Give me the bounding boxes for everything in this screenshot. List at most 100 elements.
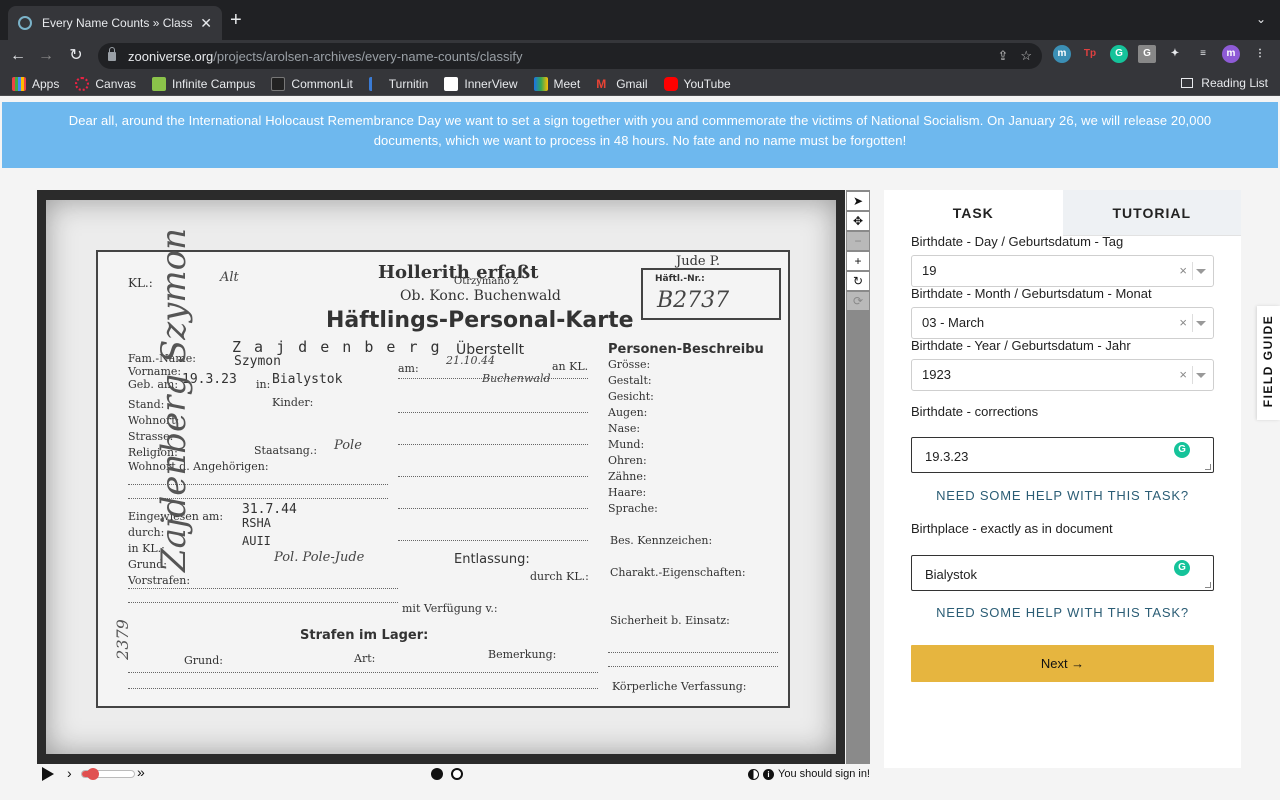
bookmark-turnitin[interactable]: Turnitin: [368, 76, 429, 91]
clear-icon[interactable]: ×: [1179, 256, 1187, 286]
bookmark-innerview[interactable]: InnerView: [444, 76, 518, 91]
birthdate-month-label: Birthdate - Month / Geburtsdatum - Monat: [911, 286, 1152, 301]
doc-bemerkung: Bemerkung:: [488, 648, 557, 661]
reset-icon[interactable]: ⟳: [847, 292, 869, 310]
apps-grid-icon: [12, 76, 26, 91]
extensions-puzzle-icon[interactable]: ✦: [1166, 45, 1184, 63]
viewer-toolbar: ➤ ✥ − + ↻ ⟳: [846, 190, 870, 764]
birthdate-day-label: Birthdate - Day / Geburtsdatum - Tag: [911, 234, 1124, 249]
speed-slider[interactable]: [81, 768, 135, 780]
birthdate-day-select[interactable]: 19 ×: [911, 255, 1214, 287]
doc-number-stamp: Häftl.-Nr.: B2737: [641, 268, 781, 320]
bookmark-youtube[interactable]: YouTube: [663, 76, 731, 91]
pointer-icon[interactable]: ➤: [847, 192, 869, 210]
grammarly-extension-icon[interactable]: G: [1110, 45, 1128, 63]
select-separator: [1192, 314, 1193, 332]
bookmark-meet[interactable]: Meet: [533, 76, 580, 91]
resize-handle-icon[interactable]: [1205, 464, 1211, 470]
rotate-icon[interactable]: ↻: [847, 272, 869, 290]
doc-line: [398, 412, 588, 413]
doc-vorstrafen: Vorstrafen:: [128, 574, 191, 587]
bookmark-commonlit[interactable]: CommonLit: [271, 76, 353, 91]
doc-line: [608, 652, 778, 653]
extension-g-box-icon[interactable]: G: [1138, 45, 1156, 63]
tab-title: Every Name Counts » Classify: [42, 16, 193, 30]
contrast-icon[interactable]: [748, 768, 760, 780]
help-link[interactable]: NEED SOME HELP WITH THIS TASK?: [911, 605, 1214, 620]
bookmark-label: CommonLit: [291, 76, 353, 91]
chevron-down-icon[interactable]: [1196, 373, 1206, 378]
slider-knob[interactable]: [87, 768, 100, 780]
bookmark-apps[interactable]: Apps: [12, 76, 59, 91]
chrome-menu-icon[interactable]: ⋮: [1251, 45, 1269, 63]
extension-tp-icon[interactable]: Tp: [1081, 45, 1099, 63]
birthdate-corrections-field[interactable]: 19.3.23 G: [911, 437, 1214, 473]
play-icon[interactable]: [42, 767, 54, 781]
birthdate-year-select[interactable]: 1923 ×: [911, 359, 1214, 391]
commonlit-book-icon: [271, 76, 286, 91]
doc-grund2: Grund:: [184, 654, 223, 667]
tab-task[interactable]: TASK: [884, 190, 1063, 236]
bookmark-gmail[interactable]: M Gmail: [596, 77, 647, 91]
bookmark-star-icon[interactable]: ☆: [1020, 48, 1032, 64]
bookmark-canvas[interactable]: Canvas: [75, 76, 136, 91]
subject-viewer[interactable]: KL.: Alt Hollerith erfaßt Otrzymano z Ob…: [37, 190, 845, 764]
profile-avatar[interactable]: m: [1222, 45, 1240, 63]
back-icon[interactable]: ←: [6, 44, 30, 68]
doc-line: [128, 602, 398, 603]
reading-list[interactable]: Reading List: [1181, 76, 1268, 90]
chevron-down-icon[interactable]: [1196, 269, 1206, 274]
zooniverse-favicon-icon: [18, 16, 32, 30]
frame-dot-active[interactable]: [431, 768, 443, 780]
clear-icon[interactable]: ×: [1179, 308, 1187, 338]
info-icon[interactable]: i: [763, 768, 775, 780]
media-control-icon[interactable]: ≡: [1194, 45, 1212, 63]
next-button[interactable]: Next →: [911, 645, 1214, 682]
frame-dot[interactable]: [451, 768, 463, 780]
bookmark-infinite-campus[interactable]: Infinite Campus: [152, 76, 255, 91]
prisoner-card: KL.: Alt Hollerith erfaßt Otrzymano z Ob…: [96, 250, 790, 708]
doc-groesse: Grösse:: [608, 358, 651, 371]
innerview-icon: [444, 76, 459, 91]
doc-date-hand: 21.10.44: [446, 354, 495, 367]
share-icon[interactable]: ⇪: [997, 48, 1008, 64]
move-icon[interactable]: ✥: [847, 212, 869, 230]
zoom-out-icon[interactable]: −: [847, 232, 869, 250]
url-host: zooniverse.org: [128, 48, 214, 64]
canvas-icon: [75, 76, 90, 91]
address-bar[interactable]: zooniverse.org/projects/arolsen-archives…: [98, 43, 1042, 69]
help-link[interactable]: NEED SOME HELP WITH THIS TASK?: [911, 488, 1214, 503]
doc-kinder: Kinder:: [272, 396, 314, 409]
double-chevron-right-icon[interactable]: »: [137, 764, 145, 780]
close-tab-icon[interactable]: ✕: [200, 15, 212, 32]
bookmark-label: Turnitin: [388, 76, 429, 91]
chevron-down-icon[interactable]: [1196, 321, 1206, 326]
chevron-right-icon[interactable]: ›: [67, 765, 72, 781]
browser-tab[interactable]: Every Name Counts » Classify ✕: [8, 6, 222, 40]
flipbook-controls: › » i You should sign in!: [37, 764, 870, 786]
zoom-in-icon[interactable]: +: [847, 252, 869, 270]
birthdate-month-select[interactable]: 03 - March ×: [911, 307, 1214, 339]
birthplace-field[interactable]: Bialystok G: [911, 555, 1214, 591]
doc-line: [398, 476, 588, 477]
resize-handle-icon[interactable]: [1205, 582, 1211, 588]
grammarly-icon[interactable]: G: [1174, 560, 1190, 576]
doc-strafen: Strafen im Lager:: [300, 628, 429, 643]
grammarly-icon[interactable]: G: [1174, 442, 1190, 458]
new-tab-icon[interactable]: +: [230, 10, 242, 30]
tab-search-chevron-icon[interactable]: ⌄: [1256, 12, 1266, 26]
field-guide-tab[interactable]: FIELD GUIDE: [1257, 306, 1280, 420]
bookmark-label: YouTube: [683, 76, 731, 91]
doc-vorname-value: Szymon: [234, 354, 281, 369]
doc-am: am:: [398, 362, 419, 375]
page: Dear all, around the International Holoc…: [0, 96, 1280, 800]
reload-icon[interactable]: ↻: [64, 44, 88, 68]
forward-icon[interactable]: →: [34, 44, 58, 68]
doc-otrzymano: Otrzymano z: [454, 276, 519, 287]
tab-tutorial[interactable]: TUTORIAL: [1062, 190, 1241, 236]
bookmark-label: InnerView: [464, 76, 518, 91]
extension-m-icon[interactable]: m: [1053, 45, 1071, 63]
clear-icon[interactable]: ×: [1179, 360, 1187, 390]
doc-kl: KL.:: [128, 276, 153, 290]
signin-text: You should sign in!: [778, 768, 870, 780]
